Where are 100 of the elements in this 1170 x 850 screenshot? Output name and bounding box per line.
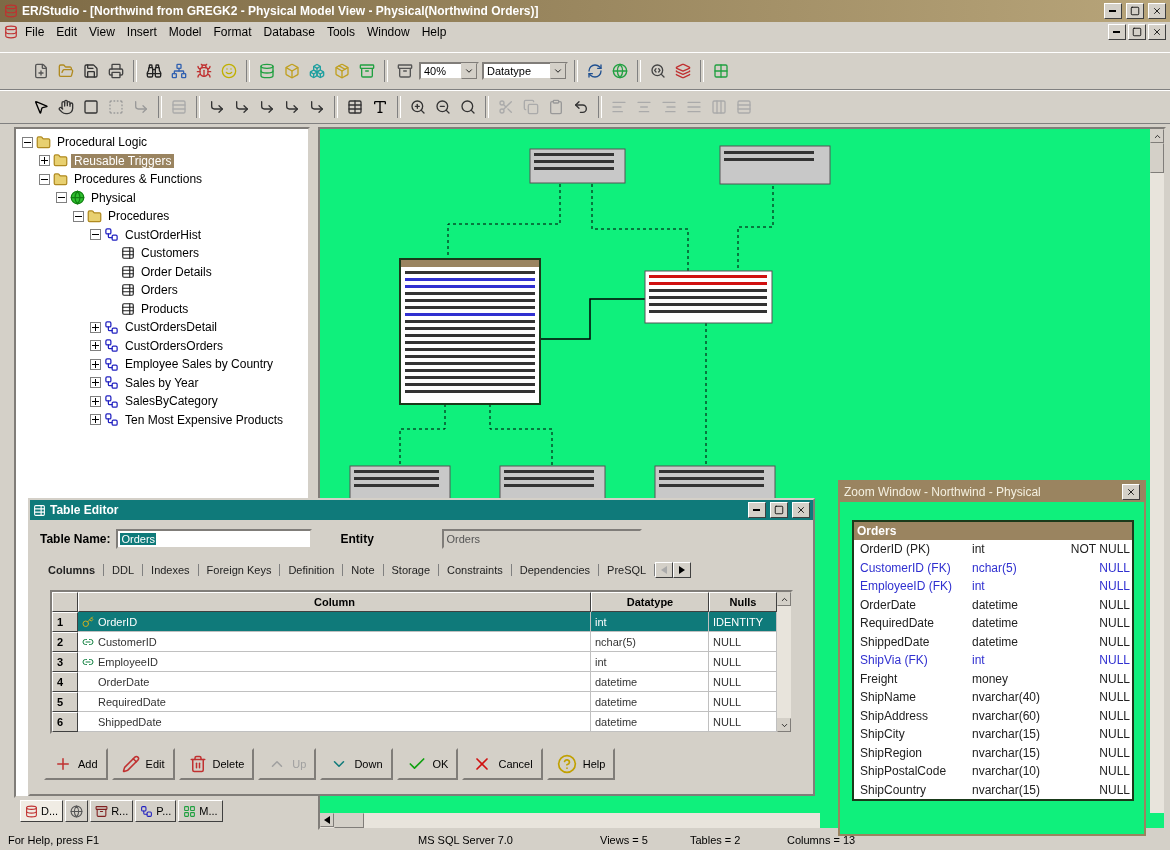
collapse-icon[interactable] xyxy=(22,136,33,148)
vertical-scrollbar[interactable] xyxy=(1150,129,1164,813)
table-cell[interactable]: OrderDate xyxy=(78,672,591,692)
display-dropdown[interactable]: Datatype xyxy=(482,62,568,80)
down-button[interactable]: Down xyxy=(320,748,393,780)
connector-icon xyxy=(234,99,250,115)
zoom-dropdown[interactable]: 40% xyxy=(419,62,479,80)
menu-item[interactable]: Tools xyxy=(321,24,360,40)
expand-icon[interactable] xyxy=(90,340,101,352)
scroll-thumb[interactable] xyxy=(334,813,364,828)
close-button[interactable] xyxy=(792,502,810,518)
cancel-button[interactable]: Cancel xyxy=(462,748,543,780)
menu-item[interactable]: View xyxy=(84,24,120,40)
menu-item[interactable]: Help xyxy=(416,24,452,40)
tab[interactable]: Note xyxy=(343,564,384,576)
menu-item[interactable]: Insert xyxy=(121,24,162,40)
pointer-icon xyxy=(33,99,49,115)
panel-tab[interactable]: M... xyxy=(178,800,223,822)
table-cell: NULL xyxy=(709,652,777,672)
table-cell[interactable]: EmployeeID xyxy=(78,652,591,672)
tree-item[interactable]: CustOrdersDetail xyxy=(122,320,221,335)
tab[interactable]: Indexes xyxy=(143,564,199,576)
tree-item[interactable]: Reusable Triggers xyxy=(71,153,175,168)
collapse-icon[interactable] xyxy=(90,229,101,241)
expand-icon[interactable] xyxy=(90,377,101,389)
menu-item[interactable]: Database xyxy=(258,24,320,40)
table-cell[interactable]: CustomerID xyxy=(78,632,591,652)
tree-item[interactable]: Employee Sales by Country xyxy=(122,357,277,372)
tree-item[interactable]: Physical xyxy=(88,190,139,205)
entity-field[interactable]: Orders xyxy=(442,529,643,549)
add-button[interactable]: Add xyxy=(44,748,108,780)
menu-item[interactable]: Format xyxy=(208,24,257,40)
tree-item[interactable]: Sales by Year xyxy=(122,375,202,390)
table-name-field[interactable]: Orders xyxy=(116,529,313,549)
attribute-nulls: NULL xyxy=(1098,764,1130,779)
connector-icon xyxy=(284,99,300,115)
panel-tab[interactable]: P... xyxy=(135,800,177,822)
tab[interactable]: Storage xyxy=(383,564,440,576)
panel-tab[interactable] xyxy=(65,800,89,822)
collapse-icon[interactable] xyxy=(39,173,50,185)
expand-icon[interactable] xyxy=(90,321,101,333)
tree-item[interactable]: SalesByCategory xyxy=(122,394,221,409)
minimize-button[interactable] xyxy=(1108,24,1126,40)
minimize-button[interactable] xyxy=(748,502,766,518)
table-icon xyxy=(121,301,135,316)
expand-icon[interactable] xyxy=(90,414,101,426)
vertical-scrollbar[interactable] xyxy=(777,592,791,732)
table-cell: IDENTITY xyxy=(709,612,777,632)
panel-tab[interactable]: R... xyxy=(90,800,134,822)
tree-item[interactable]: CustOrdersOrders xyxy=(122,338,227,353)
tab[interactable]: Foreign Keys xyxy=(198,564,281,576)
table-icon xyxy=(121,264,135,279)
tree-item[interactable]: CustOrderHist xyxy=(122,227,204,242)
close-button[interactable] xyxy=(1148,24,1166,40)
tree-item[interactable]: Customers xyxy=(138,246,202,261)
minimize-button[interactable] xyxy=(1104,3,1122,19)
collapse-icon[interactable] xyxy=(56,192,67,204)
scroll-left-button[interactable] xyxy=(655,562,674,578)
help-button[interactable]: Help xyxy=(546,748,616,780)
expand-icon[interactable] xyxy=(90,358,101,370)
tree-item[interactable]: Order Details xyxy=(138,264,215,279)
maximize-button[interactable] xyxy=(770,502,788,518)
horizontal-scrollbar[interactable] xyxy=(320,813,820,828)
tree-item[interactable]: Procedural Logic xyxy=(54,135,151,150)
status-text: Views = 5 xyxy=(600,834,649,846)
tab[interactable]: Columns xyxy=(40,564,105,576)
menu-item[interactable]: Model xyxy=(163,24,207,40)
ok-button[interactable]: OK xyxy=(396,748,459,780)
tab[interactable]: DDL xyxy=(104,564,144,576)
expand-icon[interactable] xyxy=(39,155,50,167)
close-button[interactable] xyxy=(1122,484,1140,500)
collapse-icon[interactable] xyxy=(73,210,84,222)
tab[interactable]: Dependencies xyxy=(511,564,600,576)
close-button[interactable] xyxy=(1148,3,1166,19)
restore-button[interactable] xyxy=(1128,24,1146,40)
menu-item[interactable]: File xyxy=(20,24,50,40)
edit-button[interactable]: Edit xyxy=(111,748,175,780)
scroll-thumb[interactable] xyxy=(1150,143,1164,173)
menu-item[interactable]: Edit xyxy=(51,24,83,40)
menu-item[interactable]: Window xyxy=(361,24,415,40)
delete-button[interactable]: Delete xyxy=(178,748,255,780)
expand-icon[interactable] xyxy=(90,395,101,407)
maximize-button[interactable] xyxy=(1126,3,1144,19)
attribute-name: Freight xyxy=(860,671,899,686)
panel-tab[interactable]: D... xyxy=(20,800,64,822)
smiley-icon xyxy=(221,63,237,79)
table-cell[interactable]: ShippedDate xyxy=(78,712,591,732)
tree-item[interactable]: Ten Most Expensive Products xyxy=(122,412,287,427)
tree-item[interactable]: Products xyxy=(138,301,192,316)
status-text: MS SQL Server 7.0 xyxy=(418,834,514,846)
scroll-right-button[interactable] xyxy=(673,562,692,578)
entity-name: Orders xyxy=(854,522,1132,540)
tab[interactable]: Constraints xyxy=(439,564,512,576)
tree-item[interactable]: Procedures & Functions xyxy=(71,172,206,187)
table-cell[interactable]: RequiredDate xyxy=(78,692,591,712)
attribute-nulls: NULL xyxy=(1098,690,1130,705)
tree-item[interactable]: Orders xyxy=(138,283,181,298)
tab[interactable]: Definition xyxy=(280,564,344,576)
tree-item[interactable]: Procedures xyxy=(105,209,173,224)
table-cell[interactable]: OrderID xyxy=(78,612,591,632)
